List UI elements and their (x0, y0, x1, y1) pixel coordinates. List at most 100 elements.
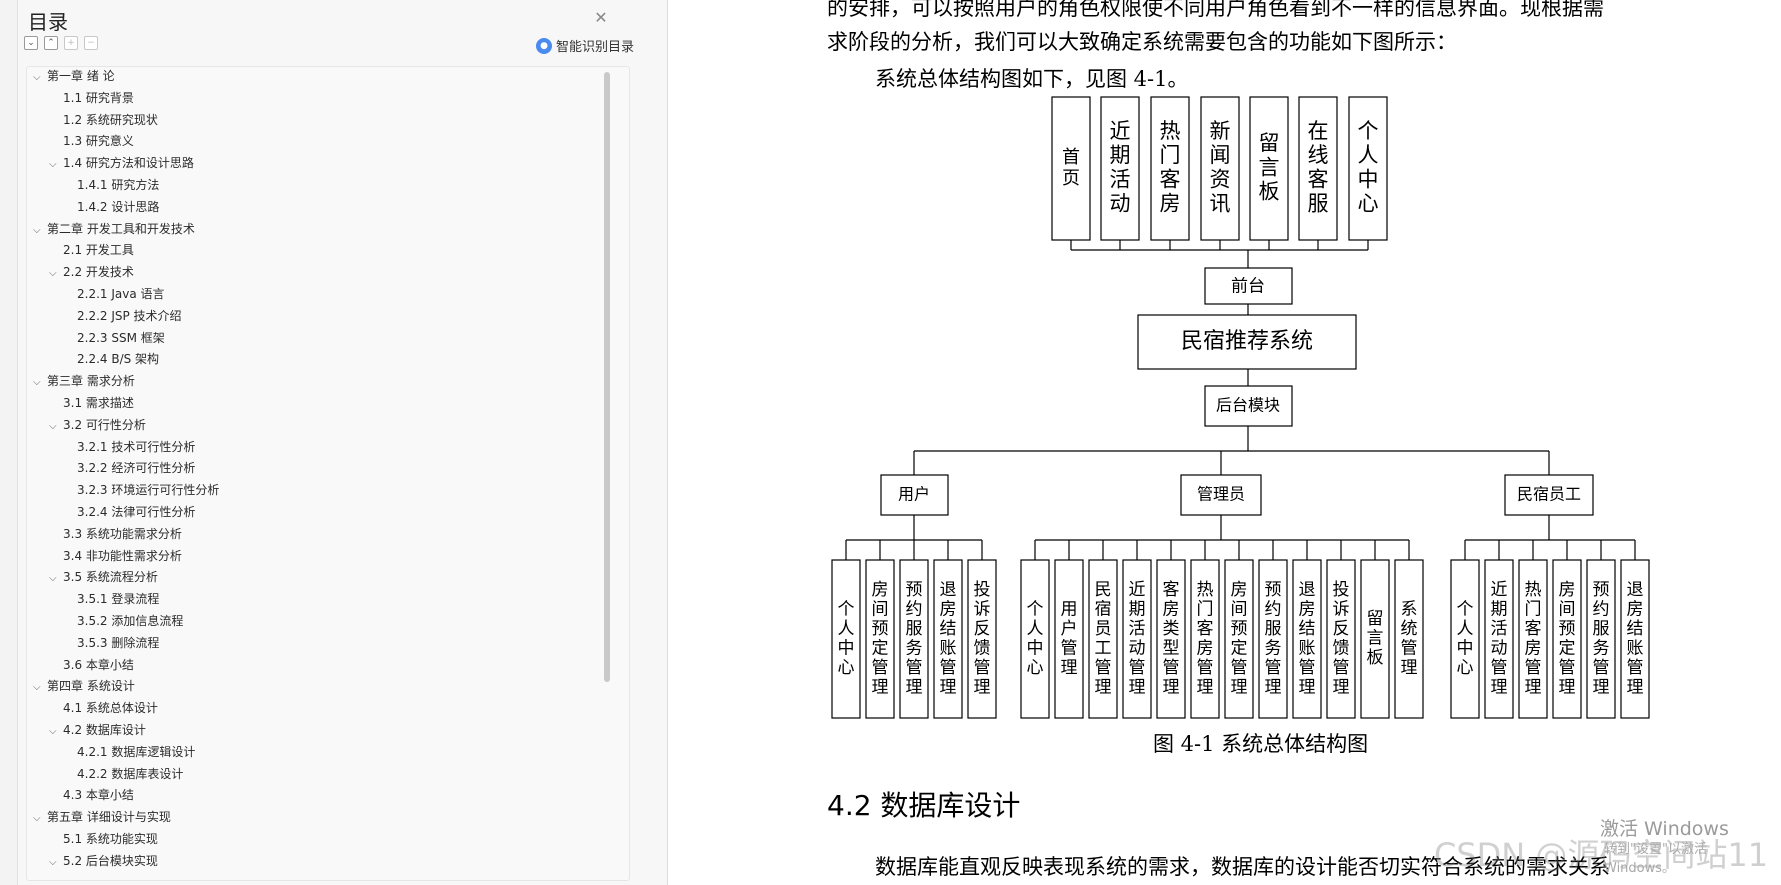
toc-item[interactable]: 3.5.3 删除流程 (63, 632, 159, 654)
toc-item-label: 4.2.1 数据库逻辑设计 (77, 744, 196, 759)
toc-item[interactable]: 1.2 系统研究现状 (49, 109, 158, 131)
role-module-label: 退房结账管理 (940, 580, 957, 698)
toc-item[interactable]: ⌵ 第三章 需求分析 (33, 370, 135, 392)
toc-item-label: 5.2 后台模块实现 (63, 853, 158, 868)
toc-item-label: 2.2.3 SSM 框架 (77, 330, 165, 345)
toc-item-label: 4.1 系统总体设计 (63, 701, 158, 716)
role-module-label: 预约服务管理 (1265, 580, 1282, 698)
toc-item[interactable]: 4.3 本章小结 (49, 784, 134, 806)
toc-item-label: 3.5.3 删除流程 (77, 635, 160, 650)
toc-item[interactable]: ⌵ 1.4 研究方法和设计思路 (49, 152, 194, 174)
toc-item-label: 第一章 绪 论 (47, 69, 115, 83)
toc-item[interactable]: 1.4.2 设计思路 (63, 196, 159, 218)
toc-item[interactable]: ⌵ 3.5 系统流程分析 (49, 566, 158, 588)
chevron-down-icon[interactable]: ⌵ (49, 568, 63, 590)
toc-item-label: 第二章 开发工具和开发技术 (47, 221, 195, 236)
chevron-down-icon[interactable]: ⌵ (33, 677, 47, 699)
toc-scrollbar[interactable] (604, 72, 610, 682)
role-module-label: 热门客房管理 (1197, 580, 1214, 698)
collapse-all-icon[interactable]: ⌃ (44, 36, 58, 50)
smart-toc-button[interactable]: ● 智能识别目录 (536, 36, 634, 55)
front-node-label: 前台 (1231, 277, 1265, 297)
toc-item-label: 4.2.2 数据库表设计 (77, 766, 184, 781)
role-module-label: 近期活动管理 (1491, 580, 1508, 698)
toc-item[interactable]: 3.1 需求描述 (49, 392, 134, 414)
toc-item[interactable]: 5.1 系统功能实现 (49, 828, 158, 850)
toc-item[interactable]: ⌵ 2.2 开发技术 (49, 261, 134, 283)
chevron-down-icon[interactable]: ⌵ (33, 372, 47, 394)
chevron-down-icon[interactable]: ⌵ (33, 67, 47, 89)
toc-item[interactable]: 1.1 研究背景 (49, 87, 134, 109)
toc-item[interactable]: 4.2.1 数据库逻辑设计 (63, 741, 195, 763)
toc-item[interactable]: 3.6 本章小结 (49, 654, 134, 676)
figure-caption: 图 4-1 系统总体结构图 (1153, 732, 1369, 756)
chevron-down-icon[interactable]: ⌵ (49, 263, 63, 285)
toc-item-label: 3.4 非功能性需求分析 (63, 548, 182, 563)
role-module-label: 用户管理 (1061, 599, 1078, 678)
role-module-label: 预约服务管理 (1593, 580, 1610, 698)
windows-activation-hint: 转到"设置"以激活 Windows。 (1604, 842, 1707, 876)
toc-item-label: 第三章 需求分析 (47, 374, 135, 389)
chevron-down-icon[interactable]: ⌵ (49, 721, 63, 743)
toc-item[interactable]: ⌵ 3.2 可行性分析 (49, 414, 146, 436)
toc-item-label: 3.3 系统功能需求分析 (63, 526, 182, 541)
toc-item[interactable]: 2.2.4 B/S 架构 (63, 348, 159, 370)
toc-item[interactable]: ⌵ 5.2 后台模块实现 (49, 850, 158, 872)
chevron-down-icon[interactable]: ⌵ (49, 154, 63, 176)
toc-item-label: 1.3 研究意义 (63, 134, 134, 149)
chevron-down-icon[interactable]: ⌵ (49, 852, 63, 874)
role-module-label: 房间预定管理 (872, 580, 889, 698)
toc-item[interactable]: 3.2.4 法律可行性分析 (63, 501, 195, 523)
role-module-label: 房间预定管理 (1559, 580, 1576, 698)
role-module-label: 系统管理 (1401, 599, 1418, 678)
toc-item[interactable]: 3.2.3 环境运行可行性分析 (63, 479, 219, 501)
toc-item[interactable]: 3.5.2 添加信息流程 (63, 610, 183, 632)
structure-diagram: 首页近期活动热门客房新闻资讯留言板在线客服个人中心前台民宿推荐系统后台模块用户管… (831, 96, 1650, 719)
add-entry-icon[interactable]: + (64, 36, 78, 50)
chevron-down-icon[interactable]: ⌵ (33, 808, 47, 830)
toc-item-label: 3.1 需求描述 (63, 396, 134, 410)
close-icon[interactable]: ✕ (592, 9, 610, 27)
windows-activation-title: 激活 Windows (1600, 818, 1729, 840)
toc-item[interactable]: ⌵ 第一章 绪 论 (33, 67, 115, 89)
toc-item[interactable]: 2.1 开发工具 (49, 239, 134, 261)
toc-item[interactable]: 4.2.2 数据库表设计 (63, 763, 183, 785)
toc-item[interactable]: 1.3 研究意义 (49, 130, 134, 152)
toc-item[interactable]: 4.1 系统总体设计 (49, 697, 158, 719)
toc-item[interactable]: 3.3 系统功能需求分析 (49, 523, 182, 545)
toc-item[interactable]: ⌵ 第二章 开发工具和开发技术 (33, 218, 195, 240)
toc-item-label: 1.4.2 设计思路 (77, 199, 160, 214)
role-label: 管理员 (1197, 485, 1245, 504)
role-module-label: 近期活动管理 (1129, 580, 1146, 698)
toc-item[interactable]: 2.2.2 JSP 技术介绍 (63, 305, 182, 327)
front-module-label: 首页 (1062, 147, 1080, 189)
toc-item[interactable]: 3.2.1 技术可行性分析 (63, 436, 195, 458)
toc-item[interactable]: 3.2.2 经济可行性分析 (63, 457, 195, 479)
front-module-label: 个人中心 (1358, 119, 1379, 215)
chevron-down-icon[interactable]: ⌵ (49, 416, 63, 438)
toc-item[interactable]: ⌵ 4.2 数据库设计 (49, 719, 146, 741)
front-module-label: 新闻资讯 (1210, 119, 1231, 215)
toc-item-label: 3.6 本章小结 (63, 657, 134, 672)
toc-item[interactable]: 2.2.3 SSM 框架 (63, 327, 165, 349)
toc-list: ⌵ 第一章 绪 论 1.1 研究背景 1.2 系统研究现状 1.3 研究意义 ⌵ 1.4 研… (26, 66, 630, 881)
expand-all-icon[interactable]: ⌄ (24, 36, 38, 50)
role-module-label: 个人中心 (1027, 599, 1044, 678)
toc-item[interactable]: 1.4.1 研究方法 (63, 174, 159, 196)
toc-item[interactable]: 3.4 非功能性需求分析 (49, 545, 182, 567)
chevron-down-icon[interactable]: ⌵ (33, 220, 47, 242)
toc-item[interactable]: ⌵ 第四章 系统设计 (33, 675, 135, 697)
toc-item[interactable]: 2.2.1 Java 语言 (63, 283, 165, 305)
toc-item[interactable]: 3.5.1 登录流程 (63, 588, 159, 610)
toc-item-label: 4.3 本章小结 (63, 788, 134, 803)
toc-item-label: 4.2 数据库设计 (63, 723, 146, 737)
toc-item-label: 第四章 系统设计 (47, 679, 135, 694)
left-edge-strip (0, 0, 18, 885)
toc-item[interactable]: ⌵ 第五章 详细设计与实现 (33, 806, 171, 828)
toc-item-label: 2.2.1 Java 语言 (77, 287, 165, 301)
toc-panel-title: 目录 (28, 10, 68, 34)
remove-entry-icon[interactable]: − (84, 36, 98, 50)
toc-item-label: 1.4.1 研究方法 (77, 178, 160, 192)
role-module-label: 房间预定管理 (1231, 580, 1248, 698)
front-module-label: 近期活动 (1110, 119, 1131, 215)
